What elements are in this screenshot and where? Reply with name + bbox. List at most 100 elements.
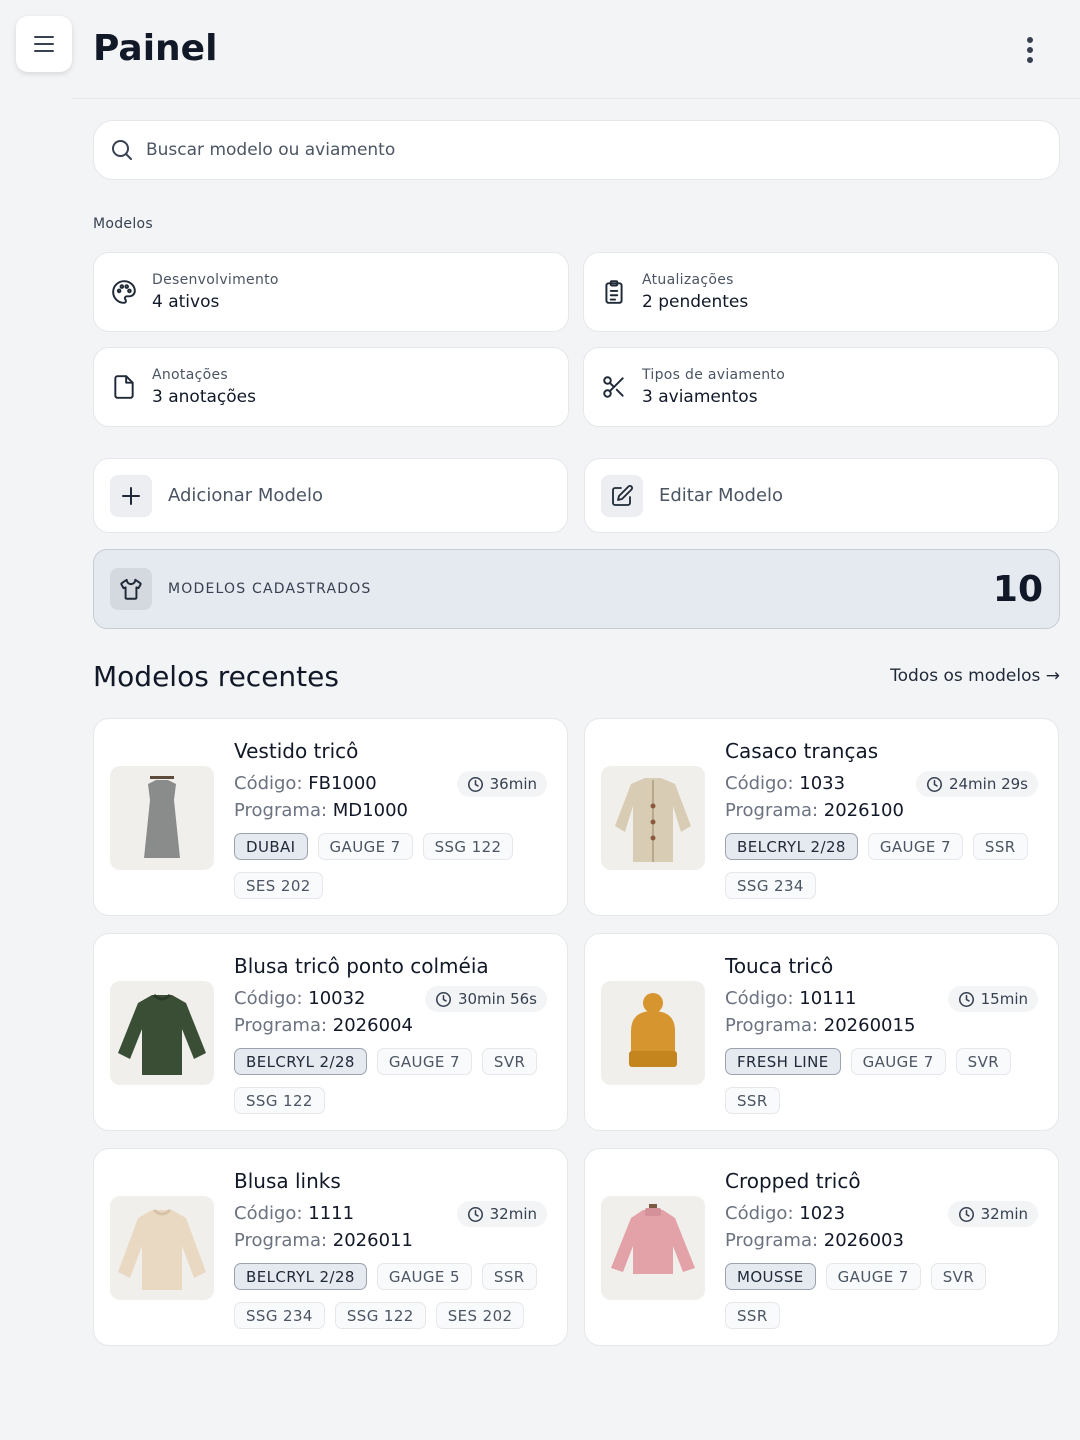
recent-models-title: Modelos recentes (93, 660, 339, 693)
code-label: Código: (725, 1203, 794, 1224)
model-name: Casaco tranças (725, 739, 879, 763)
program-label: Programa: (234, 1230, 328, 1251)
code-value: FB1000 (308, 773, 377, 794)
program-value: MD1000 (332, 800, 408, 821)
stat-card-notes[interactable]: Anotações 3 anotações (93, 347, 569, 427)
stat-card-trim-types[interactable]: Tipos de aviamento 3 aviamentos (583, 347, 1059, 427)
edit-icon (612, 484, 633, 506)
model-code: Código: 1111 (234, 1203, 354, 1224)
model-tag: FRESH LINE (725, 1048, 841, 1075)
palette-icon (112, 280, 136, 304)
registered-models-label: MODELOS CADASTRADOS (168, 581, 372, 597)
clock-icon (958, 1206, 974, 1222)
edit-model-label: Editar Modelo (659, 485, 784, 506)
program-label: Programa: (234, 800, 328, 821)
model-tag: GAUGE 7 (867, 833, 963, 860)
model-name: Touca tricô (725, 954, 834, 978)
add-model-button[interactable]: Adicionar Modelo (93, 458, 568, 533)
clock-icon (926, 776, 942, 792)
model-tag: SES 202 (234, 872, 323, 899)
model-thumbnail (601, 766, 705, 870)
shirt-icon (120, 578, 142, 600)
model-tag: BELCRYL 2/28 (725, 833, 858, 860)
time-value: 15min (980, 990, 1028, 1008)
model-tag: GAUGE 7 (317, 833, 413, 860)
model-name: Cropped tricô (725, 1169, 861, 1193)
model-tag: GAUGE 5 (376, 1263, 472, 1290)
model-card[interactable]: Blusa tricô ponto colméia Código: 10032 … (93, 933, 568, 1131)
clock-icon (467, 776, 483, 792)
model-thumbnail-image (601, 1196, 705, 1300)
model-tag: BELCRYL 2/28 (234, 1048, 367, 1075)
model-tag: SVR (481, 1048, 538, 1075)
model-program: Programa: MD1000 (234, 800, 408, 821)
registered-models-summary[interactable]: MODELOS CADASTRADOS 10 (93, 549, 1060, 629)
all-models-link[interactable]: Todos os modelos → (890, 666, 1060, 686)
section-label: Modelos (93, 216, 153, 232)
stat-value: 3 anotações (152, 387, 256, 407)
stat-value: 2 pendentes (642, 292, 749, 312)
model-card[interactable]: Casaco tranças Código: 1033 Programa: 20… (584, 718, 1059, 916)
model-tag: SVR (930, 1263, 987, 1290)
model-code: Código: FB1000 (234, 773, 377, 794)
program-value: 2026011 (332, 1230, 413, 1251)
time-value: 30min 56s (457, 990, 537, 1008)
code-label: Código: (725, 988, 794, 1009)
model-tag: DUBAI (234, 833, 308, 860)
more-vertical-icon (1027, 37, 1033, 63)
stat-label: Desenvolvimento (152, 272, 279, 288)
model-card[interactable]: Vestido tricô Código: FB1000 Programa: M… (93, 718, 568, 916)
program-value: 2026003 (823, 1230, 904, 1251)
search-bar[interactable] (93, 120, 1060, 180)
model-thumbnail-image (110, 766, 214, 870)
model-tag: GAUGE 7 (376, 1048, 472, 1075)
stat-card-updates[interactable]: Atualizações 2 pendentes (583, 252, 1059, 332)
more-options-button[interactable] (1010, 30, 1050, 70)
stat-label: Tipos de aviamento (642, 367, 786, 383)
menu-button[interactable] (16, 16, 72, 72)
time-value: 36min (489, 775, 537, 793)
model-tag: SES 202 (435, 1302, 525, 1329)
program-label: Programa: (234, 1015, 328, 1036)
model-tags: BELCRYL 2/28 GAUGE 7 SSR SSG 234 (725, 833, 1045, 899)
model-thumbnail-image (601, 981, 705, 1085)
model-thumbnail (601, 981, 705, 1085)
code-label: Código: (234, 773, 303, 794)
model-thumbnail-image (601, 766, 705, 870)
model-time-badge: 15min (947, 986, 1038, 1012)
model-code: Código: 1023 (725, 1203, 845, 1224)
code-value: 10111 (799, 988, 857, 1009)
model-card[interactable]: Touca tricô Código: 10111 Programa: 2026… (584, 933, 1059, 1131)
model-code: Código: 1033 (725, 773, 845, 794)
model-name: Blusa links (234, 1169, 341, 1193)
stat-value: 4 ativos (152, 292, 220, 312)
model-card[interactable]: Blusa links Código: 1111 Programa: 20260… (93, 1148, 568, 1346)
time-value: 32min (489, 1205, 537, 1223)
model-tags: MOUSSE GAUGE 7 SVR SSR (725, 1263, 1045, 1329)
edit-model-button[interactable]: Editar Modelo (584, 458, 1059, 533)
model-tag: GAUGE 7 (825, 1263, 921, 1290)
time-value: 32min (980, 1205, 1028, 1223)
code-label: Código: (234, 988, 303, 1009)
model-tags: BELCRYL 2/28 GAUGE 5 SSR SSG 234 SSG 122 SES … (234, 1263, 554, 1329)
program-label: Programa: (725, 1230, 819, 1251)
model-card[interactable]: Cropped tricô Código: 1023 Programa: 202… (584, 1148, 1059, 1346)
model-tag: SSG 122 (422, 833, 514, 860)
model-tag: SVR (955, 1048, 1012, 1075)
hamburger-icon (34, 36, 54, 52)
code-label: Código: (725, 773, 794, 794)
model-tag: SSR (725, 1302, 780, 1329)
program-label: Programa: (725, 1015, 819, 1036)
model-thumbnail-image (110, 981, 214, 1085)
stat-value: 3 aviamentos (642, 387, 758, 407)
time-value: 24min 29s (948, 775, 1028, 793)
clock-icon (467, 1206, 483, 1222)
stat-card-development[interactable]: Desenvolvimento 4 ativos (93, 252, 569, 332)
model-time-badge: 30min 56s (424, 986, 547, 1012)
model-tag: SSG 234 (725, 872, 816, 899)
program-value: 2026004 (332, 1015, 413, 1036)
model-tag: BELCRYL 2/28 (234, 1263, 367, 1290)
model-thumbnail (601, 1196, 705, 1300)
model-tag: SSG 234 (234, 1302, 325, 1329)
search-input[interactable] (146, 140, 1026, 160)
